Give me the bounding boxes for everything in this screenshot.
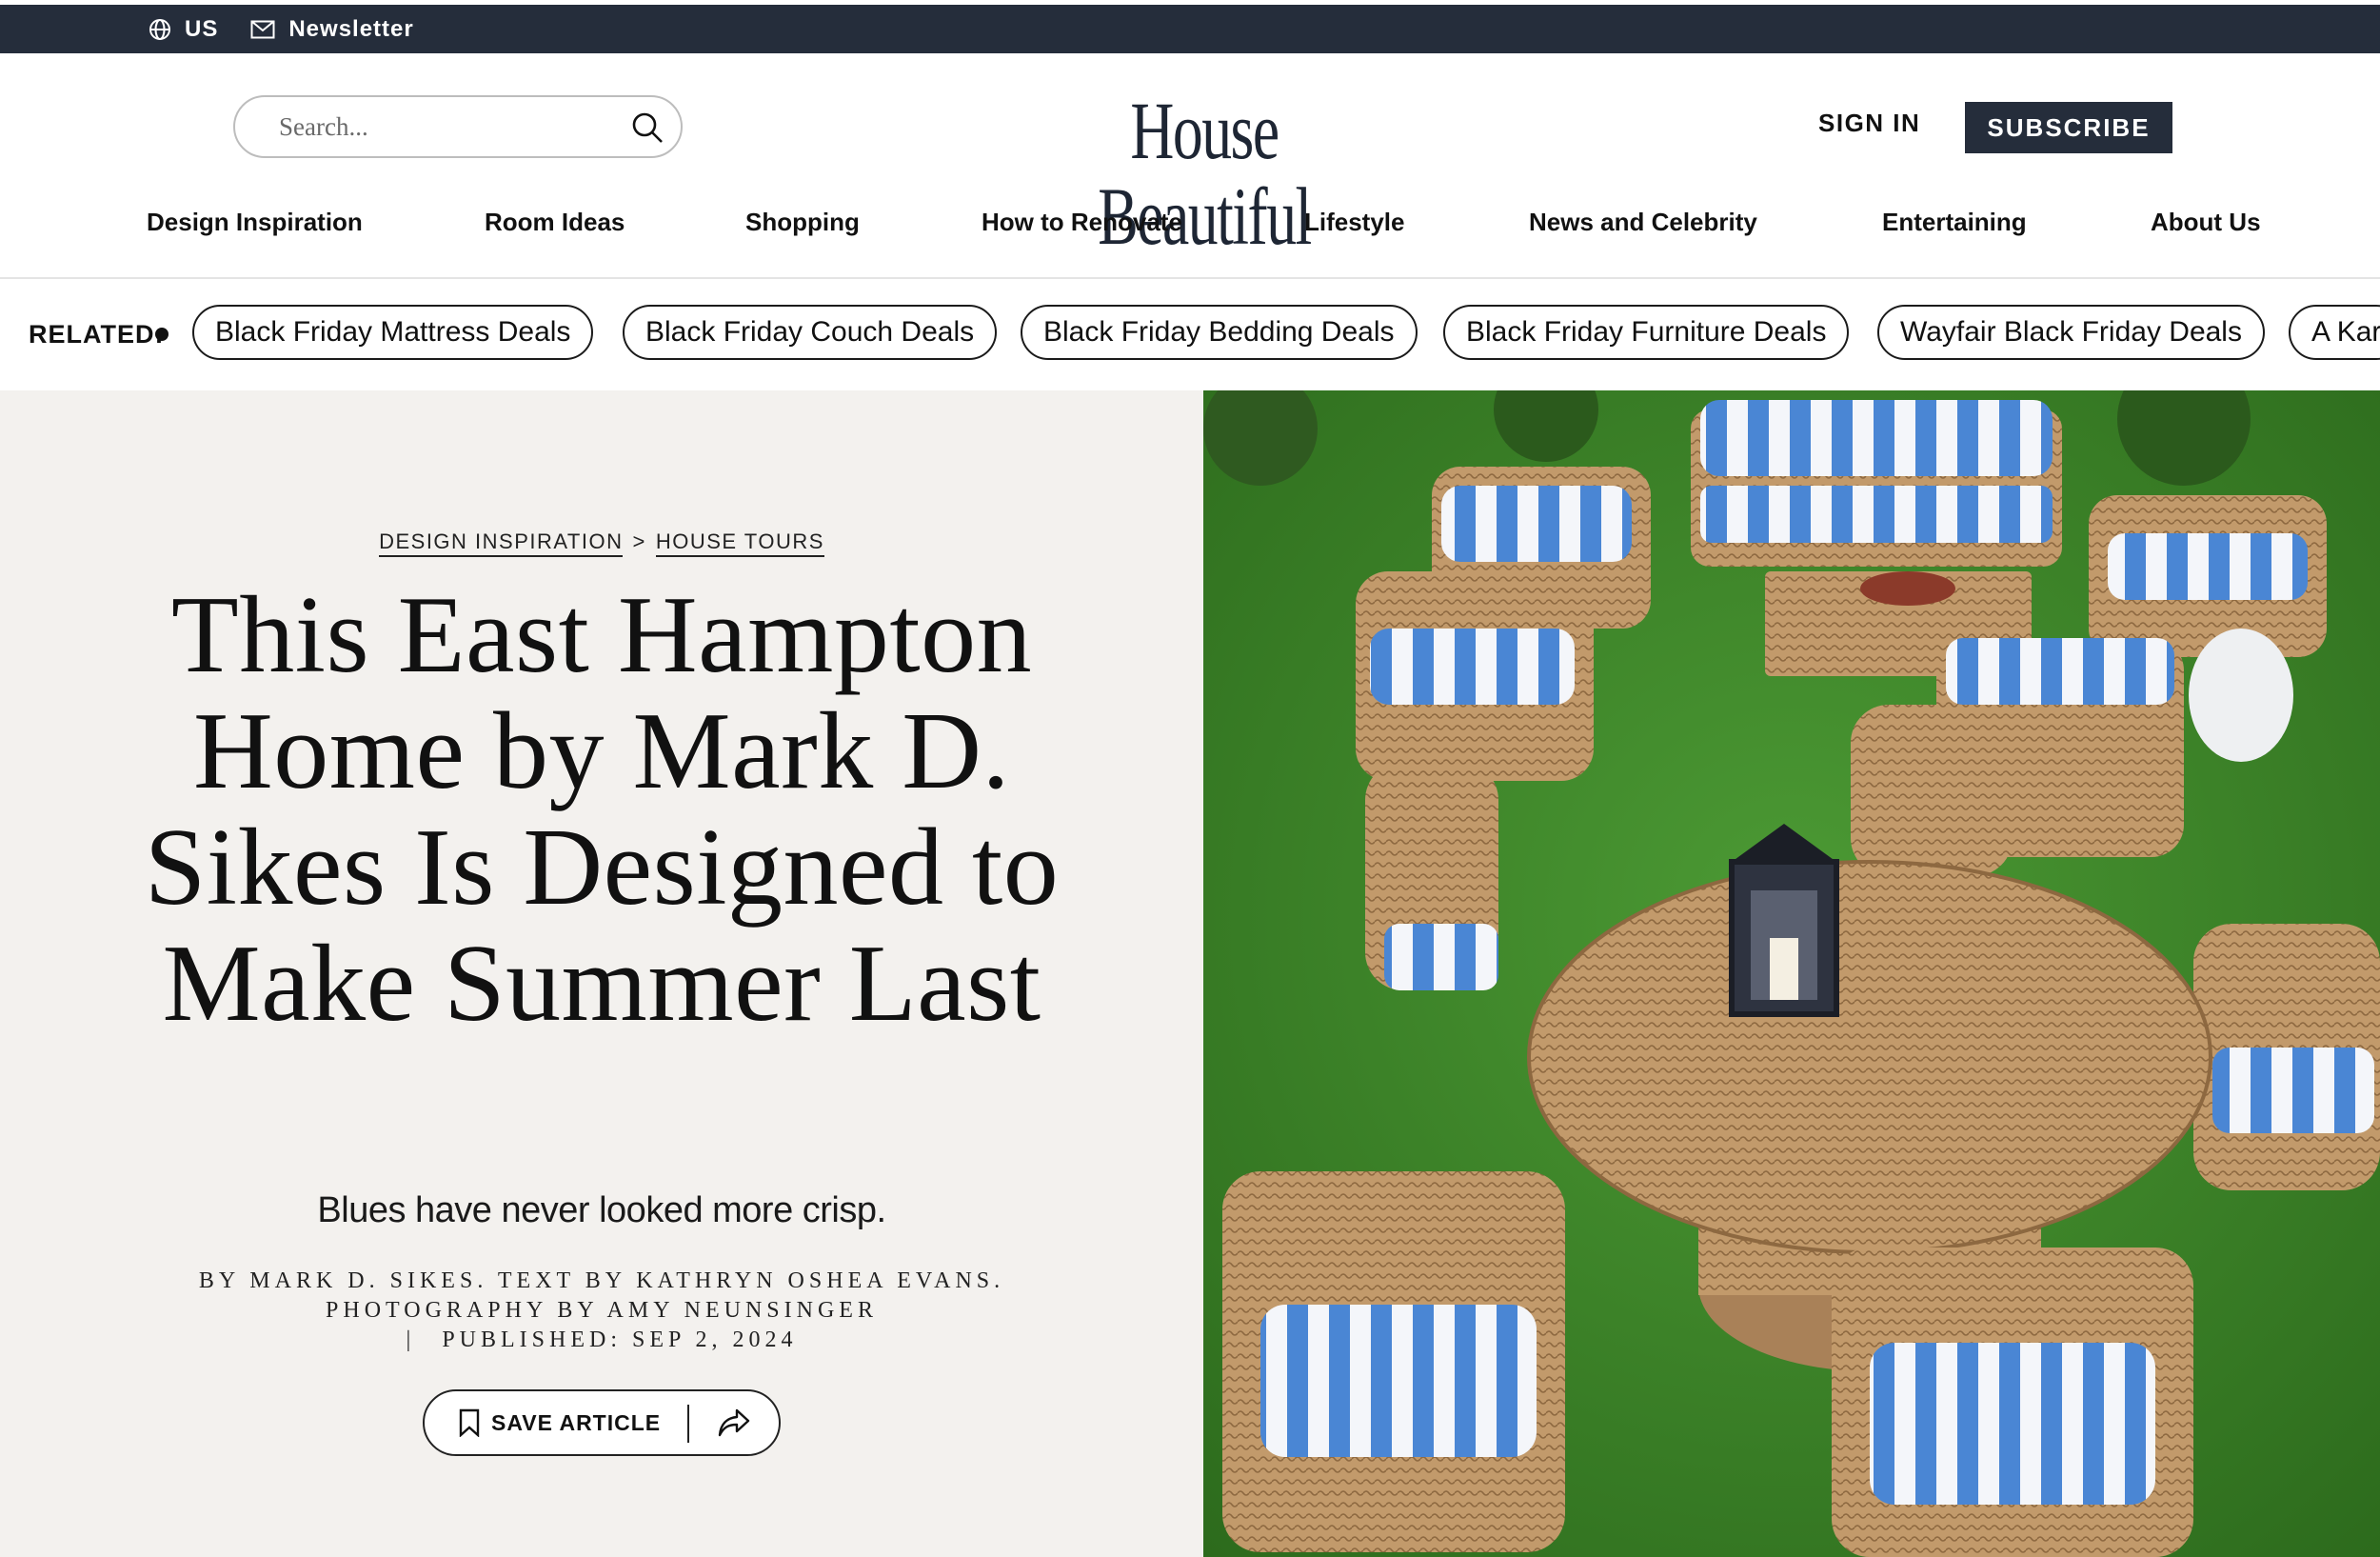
publish-date: PUBLISHED: SEP 2, 2024 bbox=[442, 1327, 798, 1352]
nav-item-about-us[interactable]: About Us bbox=[2151, 208, 2261, 237]
related-pill-mattress[interactable]: Black Friday Mattress Deals bbox=[192, 305, 594, 360]
region-label: US bbox=[185, 15, 219, 42]
related-strip: RELATED: Black Friday Mattress Deals Bla… bbox=[0, 305, 2380, 364]
related-pill-wayfair[interactable]: Wayfair Black Friday Deals bbox=[1877, 305, 2265, 360]
search-box bbox=[233, 95, 683, 158]
related-pill-bedding[interactable]: Black Friday Bedding Deals bbox=[1021, 305, 1418, 360]
search-icon[interactable] bbox=[629, 110, 665, 146]
breadcrumb-house-tours[interactable]: HOUSE TOURS bbox=[655, 529, 824, 557]
newsletter-link[interactable]: Newsletter bbox=[250, 16, 413, 43]
subscribe-button[interactable]: SUBSCRIBE bbox=[1965, 102, 2172, 153]
nav-item-entertaining[interactable]: Entertaining bbox=[1882, 208, 2027, 237]
related-dot bbox=[155, 328, 169, 341]
related-label: RELATED: bbox=[29, 320, 165, 349]
breadcrumb-separator: > bbox=[632, 529, 646, 553]
byline-published: | PUBLISHED: SEP 2, 2024 bbox=[181, 1326, 1022, 1355]
region-selector[interactable]: US bbox=[149, 16, 218, 43]
globe-icon bbox=[149, 18, 170, 40]
sign-in-link[interactable]: SIGN IN bbox=[1818, 109, 1920, 138]
nav-item-how-to-renovate[interactable]: How to Renovate bbox=[982, 208, 1182, 237]
related-pill-furniture[interactable]: Black Friday Furniture Deals bbox=[1443, 305, 1850, 360]
main-nav: Design Inspiration Room Ideas Shopping H… bbox=[0, 208, 2380, 242]
article-actions: SAVE ARTICLE bbox=[423, 1389, 781, 1456]
search-input[interactable] bbox=[277, 110, 605, 143]
breadcrumb-design-inspiration[interactable]: DESIGN INSPIRATION bbox=[379, 529, 624, 557]
actions-divider bbox=[687, 1405, 689, 1443]
article-header: DESIGN INSPIRATION > HOUSE TOURS This East… bbox=[0, 390, 1203, 1557]
byline-separator: | bbox=[406, 1327, 416, 1352]
byline-photography: PHOTOGRAPHY BY AMY NEUNSINGER bbox=[326, 1298, 878, 1323]
share-icon[interactable] bbox=[718, 1408, 750, 1437]
outdoor-wicker-dining-set-photo bbox=[1203, 390, 2380, 1557]
byline-authors: BY MARK D. SIKES. TEXT BY KATHRYN OSHEA … bbox=[198, 1268, 1005, 1293]
article-dek: Blues have never looked more crisp. bbox=[317, 1190, 886, 1230]
article-byline: BY MARK D. SIKES. TEXT BY KATHRYN OSHEA … bbox=[181, 1267, 1022, 1355]
nav-divider bbox=[0, 277, 2380, 279]
nav-item-design-inspiration[interactable]: Design Inspiration bbox=[147, 208, 363, 237]
newsletter-label: Newsletter bbox=[288, 15, 414, 42]
breadcrumb: DESIGN INSPIRATION > HOUSE TOURS bbox=[0, 529, 1203, 557]
save-article-label: SAVE ARTICLE bbox=[491, 1409, 662, 1435]
save-article-button[interactable]: SAVE ARTICLE bbox=[459, 1408, 661, 1437]
article-title: This East Hampton Home by Mark D. Sikes … bbox=[144, 574, 1060, 1045]
nav-item-news-and-celebrity[interactable]: News and Celebrity bbox=[1529, 208, 1757, 237]
bookmark-icon bbox=[459, 1408, 480, 1437]
related-pill-couch[interactable]: Black Friday Couch Deals bbox=[623, 305, 998, 360]
mail-icon bbox=[250, 20, 275, 38]
nav-item-shopping[interactable]: Shopping bbox=[745, 208, 860, 237]
nav-item-lifestyle[interactable]: Lifestyle bbox=[1304, 208, 1405, 237]
nav-item-room-ideas[interactable]: Room Ideas bbox=[485, 208, 625, 237]
utility-bar: US Newsletter bbox=[0, 5, 2380, 53]
hero-image bbox=[1203, 390, 2380, 1557]
related-pill-next[interactable]: A Kar bbox=[2289, 305, 2380, 360]
